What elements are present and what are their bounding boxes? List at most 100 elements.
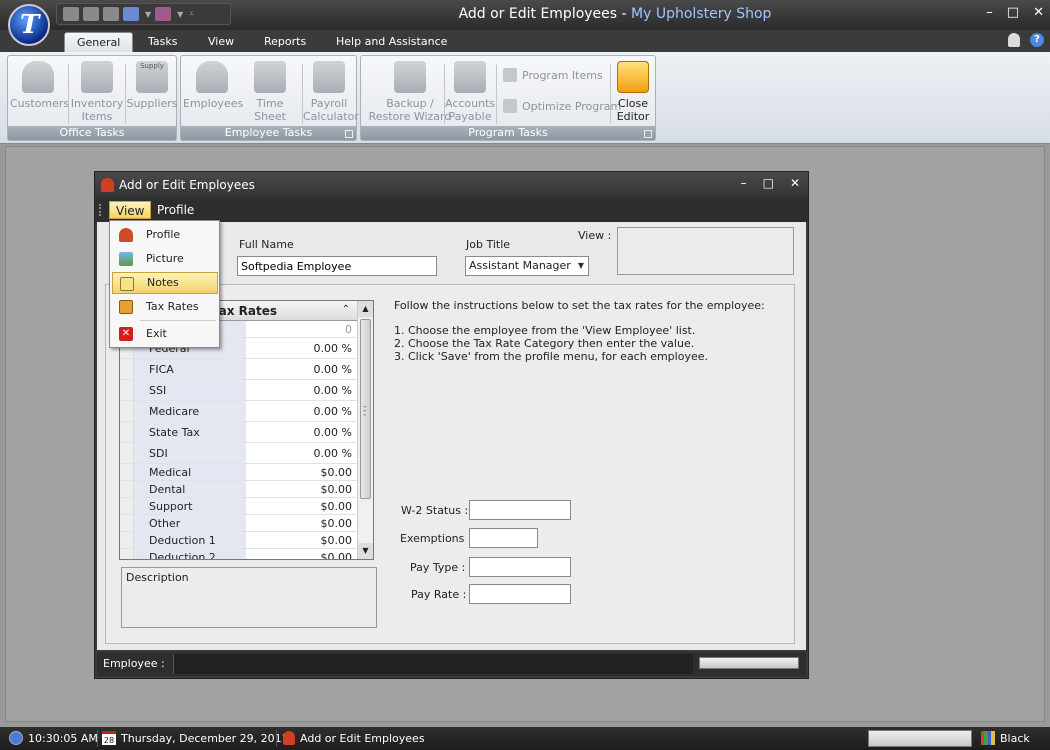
payroll-calculator-button[interactable]: Payroll Calculator (303, 61, 359, 123)
pay-type-input[interactable] (469, 557, 571, 577)
theme-selector[interactable]: Black (981, 731, 1030, 745)
table-row[interactable]: SSI 0.00 % (120, 380, 358, 401)
tab-general[interactable]: General (64, 32, 134, 52)
employee-tasks-group: Employees Time Sheet Payroll Calculator … (180, 55, 359, 141)
tax-value[interactable]: 0.00 % (314, 426, 352, 439)
accounts-payable-button[interactable]: Accounts Payable (445, 61, 495, 123)
description-box[interactable]: Description (121, 567, 377, 628)
menu-item-tax-rates[interactable]: Tax Rates (112, 296, 218, 318)
tax-name: FICA (134, 359, 246, 379)
user-icon[interactable] (1008, 33, 1020, 47)
pay-type-label: Pay Type : (410, 561, 466, 574)
inventory-items-button[interactable]: Inventory Items (70, 61, 124, 123)
table-row[interactable]: Support $0.00 (120, 498, 358, 515)
menu-item-profile[interactable]: Profile (112, 224, 218, 246)
w2-status-label: W-2 Status : (401, 504, 469, 517)
tax-value[interactable]: $0.00 (321, 534, 353, 547)
dialog-launcher-icon[interactable] (345, 130, 353, 138)
table-row[interactable]: Deduction 2 $0.00 (120, 549, 358, 559)
tab-view[interactable]: View (196, 32, 246, 52)
tax-name: State Tax (134, 422, 246, 442)
help-icon[interactable]: ? (1030, 33, 1044, 47)
exemptions-input[interactable] (469, 528, 538, 548)
backup-restore-button[interactable]: Backup / Restore Wizard (363, 61, 457, 123)
ribbon: Customers Inventory Items Supply Supplie… (0, 52, 1050, 144)
view-label: View : (578, 229, 612, 242)
menu-view[interactable]: View (109, 201, 152, 219)
program-items-button[interactable]: Program Items (503, 68, 603, 82)
full-name-label: Full Name (239, 238, 294, 251)
tax-value[interactable]: $0.00 (321, 500, 353, 513)
divider (68, 64, 69, 124)
scroll-up-icon[interactable]: ▲ (358, 301, 373, 317)
close-editor-button[interactable]: Close Editor (611, 61, 655, 123)
tax-name: Deduction 1 (134, 532, 246, 548)
menu-item-picture[interactable]: Picture (112, 248, 218, 270)
dialog-launcher-icon[interactable] (644, 130, 652, 138)
tab-tasks[interactable]: Tasks (136, 32, 189, 52)
menu-divider (140, 320, 216, 321)
tax-name: Other (134, 515, 246, 531)
group-label: Office Tasks (8, 126, 176, 140)
app-logo[interactable]: T (8, 4, 50, 46)
tax-name: Dental (134, 481, 246, 497)
menu-profile[interactable]: Profile (151, 201, 200, 219)
close-button[interactable]: ✕ (1033, 5, 1044, 20)
table-row[interactable]: FICA 0.00 % (120, 359, 358, 380)
child-menu-bar: View Profile (95, 198, 808, 222)
table-row[interactable]: Medicare 0.00 % (120, 401, 358, 422)
pay-rate-input[interactable] (469, 584, 571, 604)
tax-value[interactable]: 0.00 % (314, 363, 352, 376)
tax-name: Deduction 2 (134, 549, 246, 559)
table-row[interactable]: Medical $0.00 (120, 464, 358, 481)
view-employee-box[interactable] (617, 227, 794, 275)
scroll-thumb[interactable]: --- (360, 319, 371, 499)
ribbon-right-icons: ? (1008, 33, 1044, 47)
tax-value[interactable]: 0.00 % (314, 447, 352, 460)
table-row[interactable]: SDI 0.00 % (120, 443, 358, 464)
table-row[interactable]: Dental $0.00 (120, 481, 358, 498)
tax-value[interactable]: $0.00 (321, 483, 353, 496)
minimize-button[interactable]: – (986, 5, 993, 20)
w2-status-input[interactable] (469, 500, 571, 520)
collapse-icon[interactable]: ⌃ (342, 304, 350, 315)
tax-value[interactable]: $0.00 (321, 517, 353, 530)
customers-icon (22, 61, 54, 93)
tax-name: Medical (134, 464, 246, 480)
taskbar-progress (868, 730, 972, 747)
child-restore-button[interactable]: □ (763, 176, 774, 190)
restore-button[interactable]: □ (1007, 5, 1019, 20)
grid-scrollbar[interactable]: ▲ --- ▼ (357, 301, 373, 559)
tax-value[interactable]: 0.00 % (314, 405, 352, 418)
tax-value[interactable]: 0.00 % (314, 384, 352, 397)
table-row[interactable]: Deduction 1 $0.00 (120, 532, 358, 549)
job-title-select[interactable]: Assistant Manager ▼ (465, 256, 589, 276)
tax-value[interactable]: $0.00 (321, 466, 353, 479)
tab-reports[interactable]: Reports (252, 32, 318, 52)
time-sheet-button[interactable]: Time Sheet (241, 61, 299, 123)
calendar[interactable]: 28 Thursday, December 29, 2011 (102, 731, 289, 745)
menu-item-notes[interactable]: Notes (112, 272, 218, 294)
child-minimize-button[interactable]: – (741, 176, 747, 190)
suppliers-button[interactable]: Supply Suppliers (126, 61, 178, 110)
menu-item-exit[interactable]: ✕ Exit (112, 323, 218, 345)
table-row[interactable]: State Tax 0.00 % (120, 422, 358, 443)
child-close-button[interactable]: ✕ (790, 176, 800, 190)
tab-help[interactable]: Help and Assistance (324, 32, 459, 52)
tax-value[interactable]: $0.00 (321, 551, 353, 559)
toolbar-grip[interactable] (99, 204, 101, 216)
scroll-down-icon[interactable]: ▼ (358, 543, 373, 559)
employees-button[interactable]: Employees (183, 61, 243, 110)
taskbar-window-item[interactable]: Add or Edit Employees (283, 731, 425, 745)
inventory-icon (81, 61, 113, 93)
program-tasks-group: Backup / Restore Wizard Accounts Payable… (360, 55, 656, 141)
table-row[interactable]: Other $0.00 (120, 515, 358, 532)
tax-value[interactable]: 0.00 % (314, 342, 352, 355)
customers-button[interactable]: Customers (10, 61, 69, 110)
notes-icon (120, 277, 134, 291)
full-name-input[interactable] (237, 256, 437, 276)
tax-name: SSI (134, 380, 246, 400)
optimize-program-button[interactable]: Optimize Program (503, 99, 621, 113)
office-tasks-group: Customers Inventory Items Supply Supplie… (7, 55, 178, 141)
view-dropdown-menu: Profile Picture Notes Tax Rates ✕ Exit (109, 220, 220, 348)
